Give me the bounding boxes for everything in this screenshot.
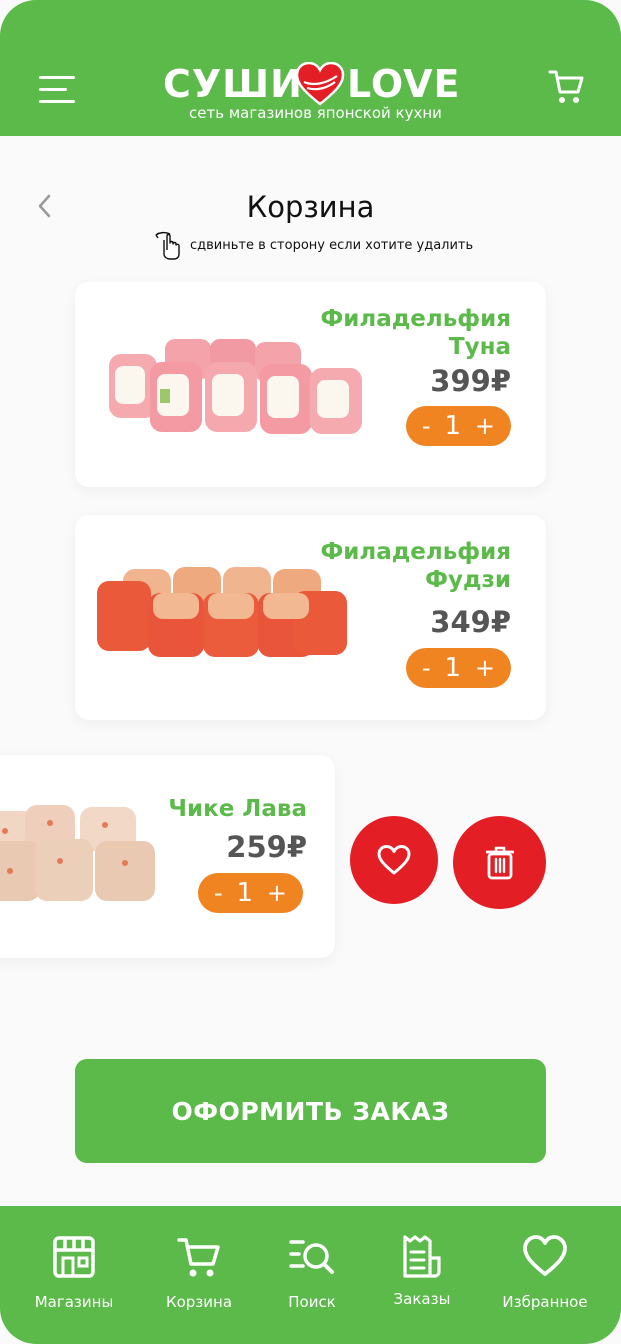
item-name-line2: Туна xyxy=(448,334,511,360)
nav-item-search[interactable]: Поиск xyxy=(252,1206,372,1344)
quantity-value: 1 xyxy=(444,411,462,441)
quantity-value: 1 xyxy=(236,878,254,908)
app-screen: СУШИ LOVE сеть магазинов японской кухни … xyxy=(0,0,621,1344)
trash-icon xyxy=(485,846,514,879)
item-name: Филадельфия Туна xyxy=(320,305,511,361)
item-name-line1: Филадельфия xyxy=(320,306,511,332)
add-to-favorites-button[interactable] xyxy=(350,816,438,904)
cart-item-card-swiped[interactable]: Чике Лава 259₽ - 1 + xyxy=(0,755,335,958)
nav-label: Поиск xyxy=(288,1293,336,1311)
cart-icon xyxy=(177,1238,220,1277)
quantity-stepper: - 1 + xyxy=(406,406,511,446)
checkout-button[interactable]: ОФОРМИТЬ ЗАКАЗ xyxy=(75,1059,546,1163)
decrement-button[interactable]: - xyxy=(422,412,431,440)
quantity-stepper: - 1 + xyxy=(198,873,303,913)
search-icon xyxy=(289,1240,334,1274)
decrement-button[interactable]: - xyxy=(214,879,223,907)
store-icon xyxy=(53,1236,95,1278)
hamburger-menu-icon[interactable] xyxy=(39,76,75,104)
cart-item-card[interactable]: Филадельфия Туна 399₽ - 1 + xyxy=(75,282,546,487)
receipt-icon xyxy=(403,1235,441,1278)
swipe-hand-icon xyxy=(155,231,180,260)
page-title: Корзина xyxy=(246,190,375,224)
item-name-line2: Фудзи xyxy=(425,567,511,593)
sushi-roll-image xyxy=(97,567,347,657)
heart-icon xyxy=(377,845,411,875)
quantity-stepper: - 1 + xyxy=(406,648,511,688)
item-price: 399₽ xyxy=(430,364,511,398)
sushi-roll-image xyxy=(0,805,155,901)
nav-label: Магазины xyxy=(34,1293,114,1311)
decrement-button[interactable]: - xyxy=(422,654,431,682)
item-price: 259₽ xyxy=(226,830,307,864)
brand-logo[interactable]: СУШИ LOVE сеть магазинов японской кухни xyxy=(163,62,460,122)
nav-label: Корзина xyxy=(165,1293,233,1311)
swipe-hint: сдвиньте в сторону если хотите удалить xyxy=(154,230,473,260)
nav-item-favorites[interactable]: Избранное xyxy=(485,1206,605,1344)
nav-item-orders[interactable]: Заказы xyxy=(362,1206,482,1344)
bottom-navigation: Магазины Корзина Поиск Заказы Избранное xyxy=(0,1206,621,1344)
cart-item-card[interactable]: Филадельфия Фудзи 349₽ - 1 + xyxy=(75,515,546,720)
delete-item-button[interactable] xyxy=(453,816,546,909)
logo-heart-icon xyxy=(295,62,345,106)
item-price: 349₽ xyxy=(430,605,511,639)
nav-label: Заказы xyxy=(393,1290,451,1308)
swipe-hint-text: сдвиньте в сторону если хотите удалить xyxy=(190,237,474,253)
increment-button[interactable]: + xyxy=(267,879,287,907)
nav-item-cart[interactable]: Корзина xyxy=(139,1206,259,1344)
item-name-line1: Филадельфия xyxy=(320,539,511,565)
heart-icon xyxy=(523,1235,567,1276)
logo-text-left: СУШИ xyxy=(163,62,303,106)
item-name: Филадельфия Фудзи xyxy=(320,538,511,594)
nav-label: Избранное xyxy=(502,1293,588,1311)
logo-text-right: LOVE xyxy=(347,62,461,106)
increment-button[interactable]: + xyxy=(475,412,495,440)
item-name: Чике Лава xyxy=(168,796,307,822)
logo-subtitle: сеть магазинов японской кухни xyxy=(189,104,442,122)
app-header: СУШИ LOVE сеть магазинов японской кухни xyxy=(0,0,621,136)
quantity-value: 1 xyxy=(444,653,462,683)
nav-item-stores[interactable]: Магазины xyxy=(14,1206,134,1344)
cart-icon[interactable] xyxy=(548,68,586,106)
increment-button[interactable]: + xyxy=(475,654,495,682)
